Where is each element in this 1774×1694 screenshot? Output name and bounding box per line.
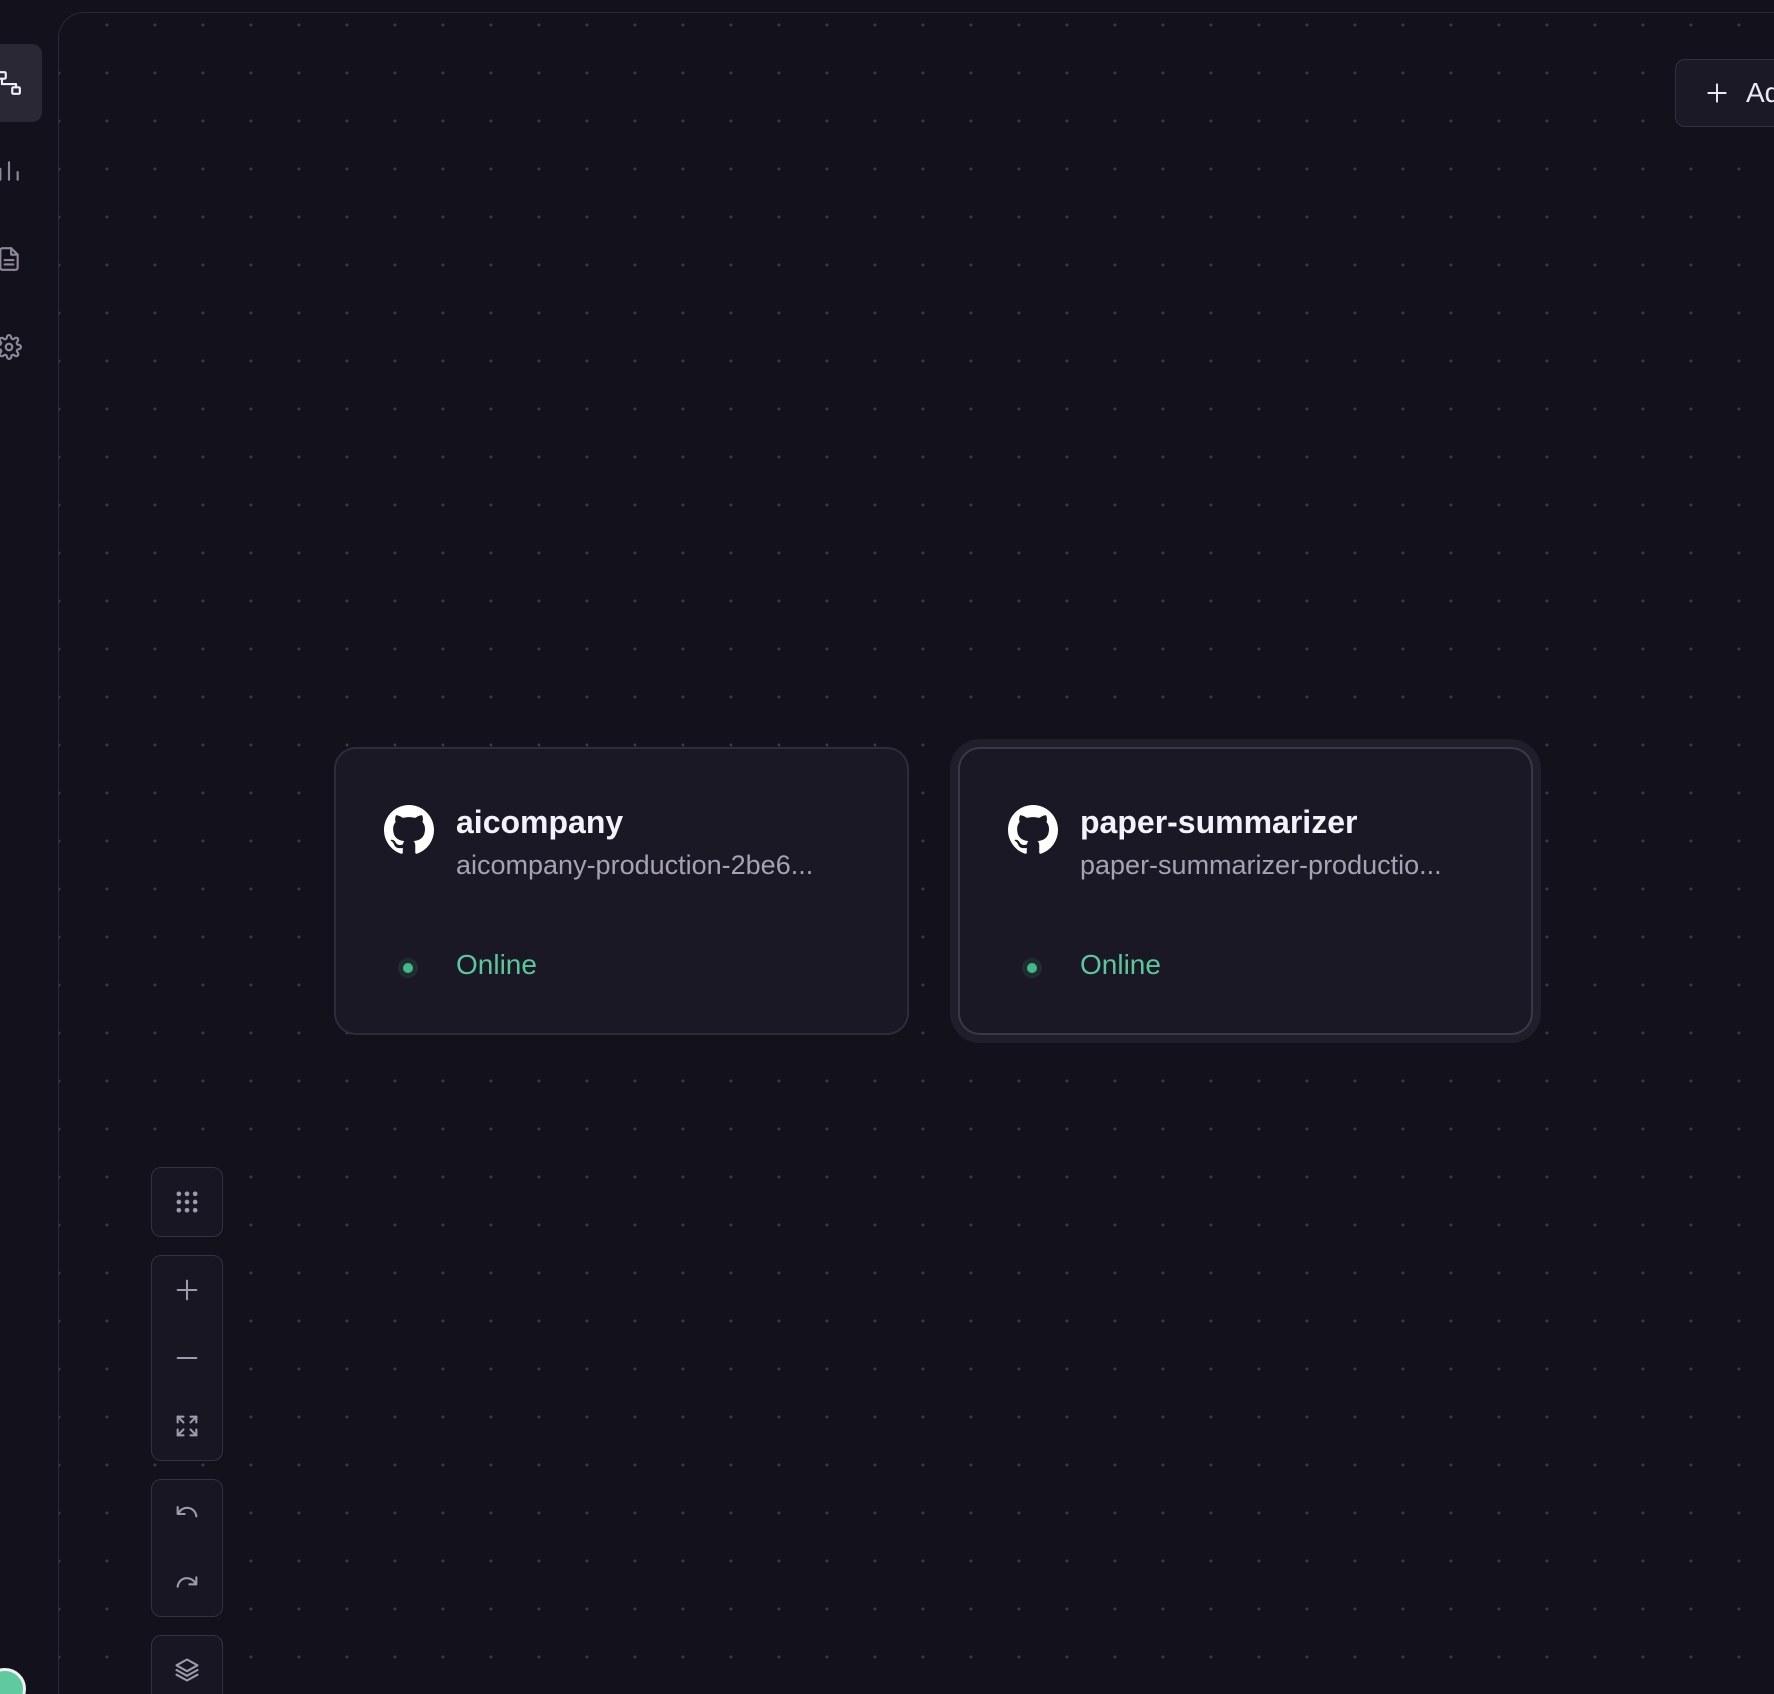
github-icon bbox=[1008, 805, 1058, 855]
settings-icon bbox=[0, 334, 22, 360]
layers-button[interactable] bbox=[152, 1636, 222, 1694]
canvas-controls-zoom bbox=[151, 1255, 223, 1461]
status-indicator bbox=[1022, 958, 1042, 978]
avatar[interactable] bbox=[0, 1668, 26, 1694]
zoom-in-icon bbox=[176, 1279, 198, 1301]
service-name: aicompany bbox=[456, 804, 624, 840]
redo-button[interactable] bbox=[152, 1548, 222, 1616]
canvas-controls-layers bbox=[151, 1635, 223, 1694]
sidebar-item-settings[interactable] bbox=[0, 308, 42, 386]
fit-view-button[interactable] bbox=[152, 1392, 222, 1460]
status-indicator bbox=[398, 958, 418, 978]
github-icon bbox=[384, 805, 434, 855]
zoom-in-button[interactable] bbox=[152, 1256, 222, 1324]
layers-icon bbox=[175, 1658, 199, 1682]
add-service-button[interactable]: Add bbox=[1675, 59, 1774, 127]
metrics-icon bbox=[0, 161, 19, 181]
add-button-label: Add bbox=[1746, 77, 1774, 108]
service-domain: paper-summarizer-productio... bbox=[1080, 850, 1442, 880]
undo-button[interactable] bbox=[152, 1480, 222, 1548]
zoom-out-icon bbox=[176, 1356, 198, 1360]
status-text: Online bbox=[1080, 949, 1161, 980]
fit-view-icon bbox=[176, 1415, 198, 1437]
project-canvas-page: Add aicompany aicompany-production-2be6.… bbox=[0, 0, 1774, 1694]
service-card-aicompany[interactable]: aicompany aicompany-production-2be6... O… bbox=[334, 747, 909, 1035]
status-text: Online bbox=[456, 949, 537, 980]
sidebar bbox=[0, 0, 58, 1694]
service-card-paper-summarizer[interactable]: paper-summarizer paper-summarizer-produc… bbox=[958, 747, 1533, 1035]
redo-icon bbox=[176, 1576, 198, 1588]
sidebar-item-metrics[interactable] bbox=[0, 132, 42, 210]
architecture-canvas[interactable]: Add aicompany aicompany-production-2be6.… bbox=[58, 12, 1774, 1694]
plus-icon bbox=[1707, 83, 1727, 103]
grid-icon bbox=[176, 1191, 198, 1213]
undo-icon bbox=[176, 1505, 198, 1518]
sidebar-item-architecture[interactable] bbox=[0, 44, 42, 122]
sidebar-item-logs[interactable] bbox=[0, 220, 42, 298]
canvas-controls-grid bbox=[151, 1167, 223, 1237]
toggle-grid-button[interactable] bbox=[152, 1168, 222, 1236]
service-domain: aicompany-production-2be6... bbox=[456, 850, 814, 880]
service-name: paper-summarizer bbox=[1080, 804, 1358, 840]
canvas-controls-history bbox=[151, 1479, 223, 1617]
logs-icon bbox=[0, 247, 19, 271]
zoom-out-button[interactable] bbox=[152, 1324, 222, 1392]
architecture-icon bbox=[0, 71, 21, 95]
